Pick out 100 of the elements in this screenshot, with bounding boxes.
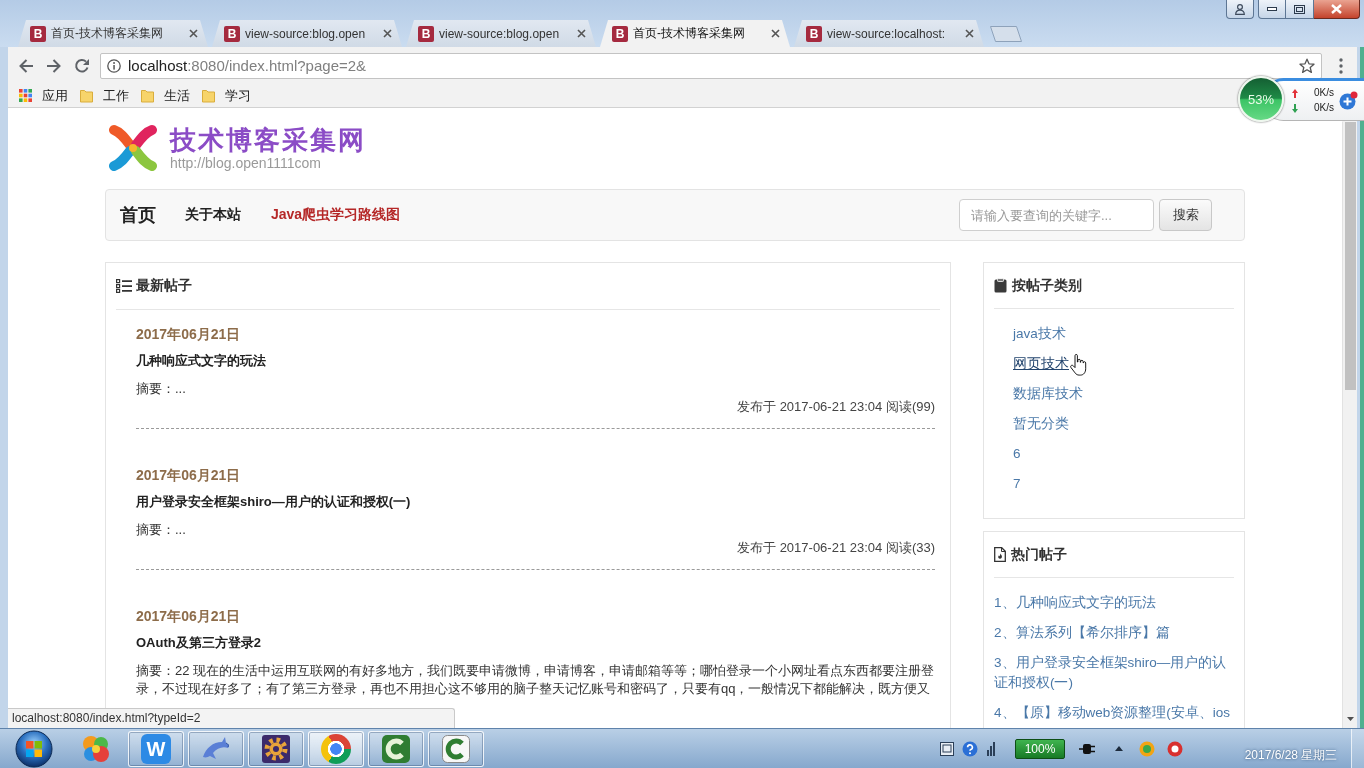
caret-up-icon[interactable] [1115, 746, 1123, 751]
category-link[interactable]: 网页技术 [1013, 354, 1069, 374]
post-title[interactable]: 用户登录安全框架shiro—用户的认证和授权(一) [136, 492, 411, 512]
hand-cursor-icon [1070, 354, 1087, 376]
close-icon[interactable] [577, 29, 586, 38]
menu-icon[interactable] [1339, 57, 1343, 74]
search-button[interactable]: 搜索 [1159, 199, 1212, 231]
category-link[interactable]: 6 [1013, 444, 1021, 464]
search-field[interactable]: 请输入要查询的关键字... [959, 199, 1154, 231]
browser-tab[interactable]: B view-source:localhost: [794, 20, 984, 47]
panel-title: 热门帖子 [1011, 545, 1067, 564]
post-date: 2017年06月21日 [136, 325, 241, 344]
close-icon [1331, 4, 1342, 14]
nav-link[interactable]: Java爬虫学习路线图 [271, 206, 401, 224]
letter-tile-icon: W [141, 733, 171, 764]
arc-tile-icon [381, 733, 411, 764]
close-icon[interactable] [383, 29, 392, 38]
file-icon [994, 547, 1006, 562]
category-link[interactable]: 7 [1013, 474, 1021, 494]
clock-date: 2017/6/28 星期三 [1244, 747, 1338, 764]
site-favicon: B [30, 25, 46, 42]
tray-app-icon[interactable] [1167, 740, 1183, 757]
clipboard-icon [994, 278, 1007, 293]
panel-title: 按帖子类别 [1012, 276, 1082, 295]
back-icon[interactable] [18, 57, 34, 74]
hot-post-link[interactable]: 4、【原】移动web资源整理(安卓、ios [994, 703, 1231, 723]
hot-post-link[interactable]: 2、算法系列【希尔排序】篇 [994, 623, 1170, 643]
bookmark-item[interactable]: 生活 [141, 86, 190, 105]
info-icon[interactable] [107, 58, 121, 73]
scrollbar-thumb[interactable] [1344, 122, 1356, 390]
site-title: 技术博客采集网 [170, 124, 366, 155]
minimize-button[interactable] [1258, 0, 1286, 19]
plus-button[interactable] [1339, 91, 1358, 110]
close-button[interactable] [1314, 0, 1360, 19]
site-favicon: B [418, 25, 434, 42]
forward-icon[interactable] [46, 57, 62, 74]
maximize-button[interactable] [1286, 0, 1314, 19]
taskbar-button[interactable] [428, 730, 484, 767]
folder-icon [141, 88, 154, 103]
taskbar-button[interactable] [248, 730, 304, 767]
category-link[interactable]: 数据库技术 [1013, 384, 1083, 404]
tricolor-circle-icon [321, 733, 351, 764]
bookmark-item[interactable]: 学习 [202, 86, 251, 105]
post-title[interactable]: OAuth及第三方登录2 [136, 633, 261, 653]
post-date: 2017年06月21日 [136, 466, 241, 485]
category-link[interactable]: 暂无分类 [1013, 414, 1069, 434]
post-title[interactable]: 几种响应式文字的玩法 [136, 351, 266, 371]
minimize-icon [1267, 7, 1277, 11]
close-icon[interactable] [189, 29, 198, 38]
site-favicon: B [806, 25, 822, 42]
close-icon[interactable] [771, 29, 780, 38]
post-summary: 摘要：... [136, 380, 186, 398]
hot-post-link[interactable]: 1、几种响应式文字的玩法 [994, 593, 1156, 613]
hot-post-link[interactable]: 3、用户登录安全框架shiro—用户的认证和授权(一) [994, 653, 1234, 693]
window-icon[interactable] [940, 741, 954, 756]
site-url: http://blog.open1111com [170, 154, 321, 172]
download-speed: 0K/s [1314, 102, 1334, 114]
start-orb-icon [15, 729, 53, 768]
list-icon [116, 279, 132, 293]
address-bar[interactable]: localhost:8080/index.html?page=2& [100, 52, 1322, 79]
maximize-icon [1294, 4, 1305, 14]
bookmark-item[interactable]: 工作 [80, 86, 129, 105]
gear-icon [260, 732, 292, 765]
close-icon[interactable] [965, 29, 974, 38]
site-favicon: B [612, 25, 628, 42]
user-button[interactable] [1226, 0, 1254, 19]
post-date: 2017年06月21日 [136, 607, 241, 626]
status-url: localhost:8080/index.html?typeId=2 [8, 708, 455, 728]
scrollbar[interactable] [1342, 122, 1357, 728]
taskbar-button[interactable] [368, 730, 424, 767]
taskbar-button[interactable]: W [128, 730, 184, 767]
post-meta: 发布于 2017-06-21 23:04 阅读(33) [737, 539, 935, 557]
upload-speed: 0K/s [1314, 87, 1334, 99]
apps-icon [19, 89, 32, 102]
folder-icon [80, 88, 93, 103]
category-link[interactable]: java技术 [1013, 324, 1066, 344]
down-arrow-icon [1292, 103, 1298, 113]
up-arrow-icon [1292, 88, 1298, 98]
signal-icon[interactable] [987, 741, 995, 756]
bookmark-item[interactable]: 应用 [19, 86, 68, 105]
post-summary: 摘要：22 现在的生活中运用互联网的有好多地方，我们既要申请微博，申请博客，申请邮箱等等；哪怕登录一个小网址看点东西都要注册登录，不过现在好多了；有了第三方登录，再也不用担心这不够用的脑子整天记忆账号和密码了，只要有qq，一般情况下都能解决，既方便又 [136, 662, 935, 698]
star-icon[interactable] [1299, 57, 1315, 74]
panel-title: 最新帖子 [136, 277, 192, 295]
scroll-down-icon[interactable] [1346, 717, 1354, 721]
browser-tab[interactable]: B view-source:blog.open [212, 20, 402, 47]
person-icon [1235, 3, 1245, 15]
site-favicon: B [224, 25, 240, 42]
folder-icon [202, 88, 215, 103]
arc-tile-icon [441, 733, 471, 764]
help-icon[interactable] [962, 740, 978, 757]
plug-icon[interactable] [1079, 742, 1095, 755]
nav-link[interactable]: 关于本站 [185, 206, 241, 224]
nav-link[interactable]: 首页 [120, 203, 156, 227]
logo-icon [108, 123, 158, 173]
browser-tab[interactable]: B 首页-技术博客采集网 [600, 20, 790, 47]
reload-icon[interactable] [74, 57, 90, 74]
browser-tab[interactable]: B view-source:blog.open [406, 20, 596, 47]
browser-tab[interactable]: B 首页-技术博客采集网 [18, 20, 208, 47]
post-meta: 发布于 2017-06-21 23:04 阅读(99) [737, 398, 935, 416]
battery-indicator[interactable]: 100% [1015, 738, 1065, 759]
